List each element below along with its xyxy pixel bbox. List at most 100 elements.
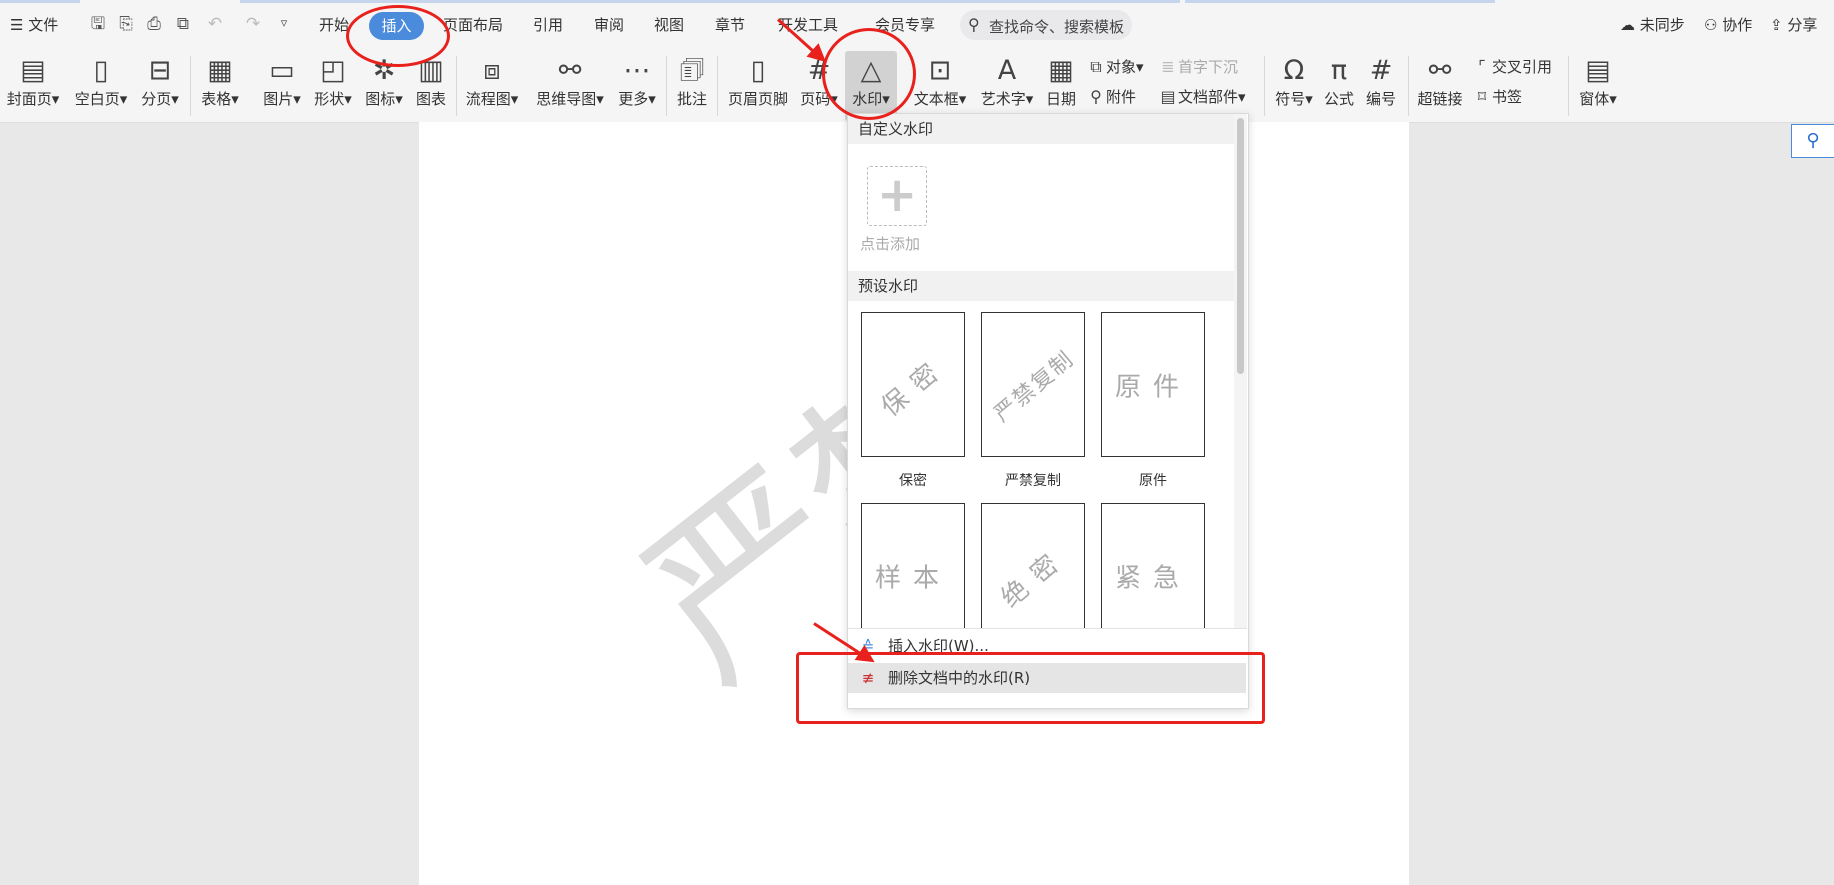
- page-break-button[interactable]: ⊟ 分页▾: [138, 51, 182, 121]
- flowchart-button[interactable]: ⧈ 流程图▾: [463, 51, 521, 121]
- icon-library-label: 图标: [365, 90, 396, 108]
- tab-strip-edge: [1185, 0, 1495, 3]
- tab-references[interactable]: 引用: [533, 14, 563, 35]
- mind-map-label: 思维导图: [536, 90, 597, 108]
- tab-strip-edge: [240, 0, 1180, 3]
- symbol-button[interactable]: Ω 符号▾: [1270, 51, 1318, 121]
- blank-page-button[interactable]: ▯ 空白页▾: [70, 51, 132, 121]
- textbox-label: 文本框: [913, 90, 959, 108]
- preset-watermark-text: 紧急: [1114, 563, 1191, 593]
- preset-caption: 保密: [899, 473, 927, 489]
- print-icon[interactable]: ⎙: [144, 14, 164, 34]
- redo-icon[interactable]: ↷: [243, 14, 263, 34]
- tab-review[interactable]: 审阅: [594, 14, 624, 35]
- preset-watermark-text: 样本: [874, 563, 951, 593]
- more-label: 更多: [618, 90, 649, 108]
- tab-page-layout[interactable]: 页面布局: [443, 14, 503, 35]
- customize-quick-access-icon[interactable]: ▿: [274, 14, 294, 34]
- undo-icon[interactable]: ↶: [205, 14, 225, 34]
- cover-page-button[interactable]: ▤ 封面页▾: [2, 51, 64, 121]
- tab-home[interactable]: 开始: [319, 14, 349, 35]
- tab-view[interactable]: 视图: [654, 14, 684, 35]
- preset-watermark-confidential[interactable]: 保密: [861, 312, 965, 457]
- preset-watermark-header: 预设水印: [848, 271, 1234, 301]
- preset-watermark-original[interactable]: 原件: [1101, 312, 1205, 457]
- numbering-button[interactable]: # 编号: [1362, 51, 1400, 121]
- table-icon: ▦: [207, 55, 233, 86]
- drop-cap-icon: ≣: [1161, 57, 1175, 76]
- page-break-label: 分页: [141, 90, 172, 108]
- object-label: 对象: [1106, 58, 1137, 76]
- preset-watermark-sample[interactable]: 样本: [861, 503, 965, 648]
- form-label: 窗体: [1579, 90, 1610, 108]
- collaborate-button[interactable]: ⚇ 协作: [1704, 14, 1752, 35]
- sync-label: 未同步: [1639, 16, 1685, 34]
- cross-reference-button[interactable]: ⌜ 交叉引用: [1472, 56, 1552, 77]
- print-preview-icon[interactable]: ⧉: [173, 14, 193, 34]
- comment-button[interactable]: 🗊 批注: [672, 51, 712, 121]
- preset-watermark-text: 原件: [1114, 372, 1191, 402]
- picture-label: 图片: [263, 90, 294, 108]
- picture-icon: ▭: [269, 55, 295, 86]
- location-pin-icon[interactable]: ⚲: [1791, 124, 1834, 158]
- textbox-button[interactable]: ⊡ 文本框▾: [912, 51, 968, 121]
- document-parts-button[interactable]: ▤ 文档部件▾: [1158, 86, 1245, 107]
- pi-icon: π: [1330, 55, 1348, 86]
- drop-cap-button[interactable]: ≣ 首字下沉: [1158, 56, 1238, 77]
- formula-button[interactable]: π 公式: [1320, 51, 1358, 121]
- comment-icon: 🗊: [679, 55, 705, 86]
- divider: [1568, 56, 1569, 116]
- bookmark-label: 书签: [1492, 88, 1523, 106]
- divider: [666, 56, 667, 116]
- tab-developer[interactable]: 开发工具: [778, 14, 838, 35]
- omega-icon: Ω: [1283, 55, 1305, 86]
- add-custom-watermark-button[interactable]: +: [867, 166, 927, 226]
- object-button[interactable]: ⧉ 对象▾: [1086, 56, 1143, 77]
- header-footer-button[interactable]: ▯ 页眉页脚: [726, 51, 790, 121]
- flowchart-label: 流程图: [465, 90, 511, 108]
- divider: [190, 56, 191, 116]
- preset-watermark-text: 保密: [875, 350, 954, 423]
- mind-map-button[interactable]: ⚯ 思维导图▾: [531, 51, 609, 121]
- search-icon: ⚲: [968, 15, 980, 34]
- divider: [1264, 56, 1265, 116]
- tab-section[interactable]: 章节: [715, 14, 745, 35]
- hyperlink-button[interactable]: ⚯ 超链接: [1415, 51, 1465, 121]
- bookmark-button[interactable]: ⌑ 书签: [1472, 86, 1522, 107]
- add-custom-watermark-label: 点击添加: [860, 235, 921, 253]
- wordart-button[interactable]: A 艺术字▾: [978, 51, 1036, 121]
- annotation-circle-watermark: [822, 28, 916, 120]
- form-button[interactable]: ▤ 窗体▾: [1575, 51, 1621, 121]
- more-button[interactable]: ⋯ 更多▾: [614, 51, 660, 121]
- sync-status[interactable]: ☁ 未同步: [1620, 14, 1685, 35]
- preset-caption: 原件: [1139, 473, 1167, 489]
- dropdown-scrollbar[interactable]: [1234, 114, 1247, 628]
- preset-watermark-top-secret[interactable]: 绝密: [981, 503, 1085, 648]
- cover-page-label: 封面页: [6, 90, 52, 108]
- attachment-button[interactable]: ⚲ 附件: [1086, 86, 1136, 107]
- textbox-icon: ⊡: [928, 55, 952, 86]
- flowchart-icon: ⧈: [483, 55, 501, 86]
- search-box[interactable]: ⚲ 查找命令、搜索模板: [960, 10, 1132, 40]
- share-button[interactable]: ⇪ 分享: [1770, 14, 1817, 35]
- preset-watermark-urgent[interactable]: 紧急: [1101, 503, 1205, 648]
- table-button[interactable]: ▦ 表格▾: [198, 51, 242, 121]
- picture-button[interactable]: ▭ 图片▾: [260, 51, 304, 121]
- mind-map-icon: ⚯: [558, 55, 582, 86]
- shape-button[interactable]: ◰ 形状▾: [311, 51, 355, 121]
- chart-label: 图表: [415, 90, 446, 108]
- preset-watermark-no-copy[interactable]: 严禁复制: [981, 312, 1085, 457]
- attachment-label: 附件: [1106, 88, 1137, 106]
- preset-watermark-text: 严禁复制: [989, 345, 1080, 427]
- custom-watermark-header: 自定义水印: [848, 114, 1234, 144]
- format-painter-icon[interactable]: ⎘: [116, 14, 136, 34]
- save-icon[interactable]: 🖫: [88, 14, 108, 34]
- hamburger-icon: ☰: [10, 16, 24, 34]
- scrollbar-thumb[interactable]: [1237, 118, 1244, 374]
- date-button[interactable]: ▦ 日期: [1042, 51, 1080, 121]
- divider: [717, 56, 718, 116]
- divider: [456, 56, 457, 116]
- file-menu[interactable]: ☰ 文件: [10, 14, 58, 35]
- blank-page-icon: ▯: [93, 55, 109, 86]
- symbol-label: 符号: [1275, 90, 1306, 108]
